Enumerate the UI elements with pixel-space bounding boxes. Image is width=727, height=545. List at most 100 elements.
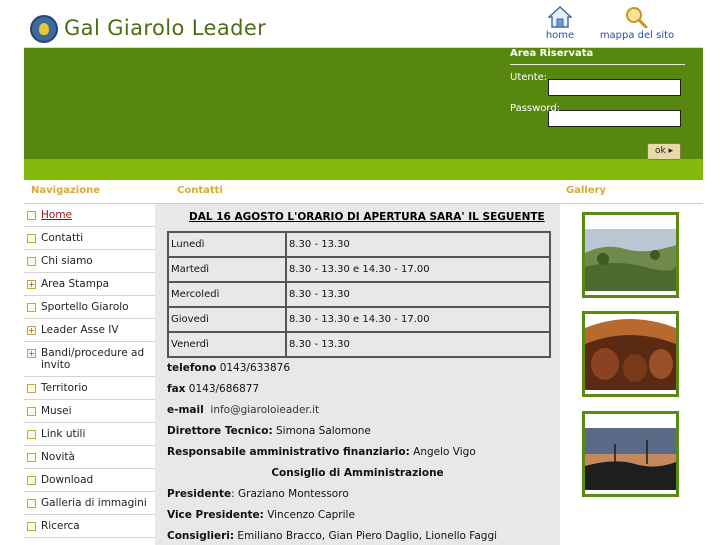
wine-cellar-image	[585, 314, 676, 394]
contacts-content: DAL 16 AGOSTO L'ORARIO DI APERTURA SARA'…	[155, 204, 560, 545]
president-line: Presidente: Graziano Montessoro	[167, 488, 349, 500]
section-gallery: Gallery	[566, 185, 607, 196]
councillors-label: Consiglieri:	[167, 530, 235, 542]
gal-logo[interactable]	[30, 15, 58, 43]
sidebar-item[interactable]: + Area Stampa	[24, 273, 155, 296]
bullet-box-icon	[27, 499, 36, 508]
sidebar-item-label: Bandi/procedure ad invito	[41, 347, 145, 371]
time-cell: 8.30 - 13.30 e 14.30 - 17.00	[285, 306, 551, 333]
expand-box-icon[interactable]: +	[27, 349, 36, 358]
bullet-box-icon	[27, 430, 36, 439]
vice-line: Vice Presidente: Vincenzo Caprile	[167, 509, 355, 521]
login-ok-label: ok	[654, 146, 666, 156]
bullet-box-icon	[27, 522, 36, 531]
password-input[interactable]	[548, 110, 681, 127]
magnifier-icon	[626, 7, 648, 28]
table-row: Martedì 8.30 - 13.30 e 14.30 - 17.00	[167, 256, 551, 283]
sidebar-item-label: Galleria di immagini	[41, 497, 147, 509]
sidebar-item-label: Download	[41, 474, 94, 486]
sidebar-item-label: Ricerca	[41, 520, 80, 532]
gallery-thumb[interactable]	[582, 411, 679, 497]
sidebar-item[interactable]: Link utili	[24, 423, 155, 446]
table-row: Lunedì 8.30 - 13.30	[167, 231, 551, 258]
bullet-box-icon	[27, 384, 36, 393]
section-bar: Navigazione Contatti Gallery	[24, 180, 703, 204]
admin-label: Responsabile amministrativo finanziario:	[167, 446, 410, 458]
time-cell: 8.30 - 13.30 e 14.30 - 17.00	[285, 256, 551, 283]
sidebar-item-label: Link utili	[41, 428, 86, 440]
vice-value: Vincenzo Caprile	[267, 509, 355, 521]
bullet-box-icon	[27, 453, 36, 462]
sidebar-item[interactable]: Ricerca	[24, 515, 155, 538]
home-icon	[548, 6, 572, 28]
day-cell: Lunedì	[167, 231, 287, 258]
sidebar-item[interactable]: Novità	[24, 446, 155, 469]
home-link[interactable]: home	[540, 6, 580, 41]
bullet-box-icon	[27, 211, 36, 220]
bullet-box-icon	[27, 407, 36, 416]
sunset-image	[585, 414, 676, 494]
bullet-box-icon	[27, 234, 36, 243]
sidebar-item[interactable]: Musei	[24, 400, 155, 423]
sidebar-item[interactable]: Sportello Giarolo	[24, 296, 155, 319]
director-value: Simona Salomone	[276, 425, 371, 437]
gallery-panel	[560, 204, 703, 545]
sidebar-item[interactable]: + Leader Asse IV	[24, 319, 155, 342]
councillors-line: Consiglieri: Emiliano Bracco, Gian Piero…	[167, 530, 497, 542]
banner-strip	[24, 159, 703, 180]
bullet-box-icon	[27, 476, 36, 485]
username-input[interactable]	[548, 79, 681, 96]
sidebar-item[interactable]: Home	[24, 204, 155, 227]
councillors-value: Emiliano Bracco, Gian Piero Daglio, Lion…	[237, 530, 498, 542]
sitemap-link-label: mappa del sito	[599, 30, 675, 41]
day-cell: Venerdì	[167, 331, 287, 358]
table-row: Venerdì 8.30 - 13.30	[167, 331, 551, 358]
sidebar-item-label: Novità	[41, 451, 75, 463]
sidebar-item-label: Leader Asse IV	[41, 324, 119, 336]
sidebar-item-label: Contatti	[41, 232, 84, 244]
gallery-thumb[interactable]	[582, 212, 679, 298]
sidebar-item[interactable]: Chi siamo	[24, 250, 155, 273]
sidebar-item[interactable]: Download	[24, 469, 155, 492]
sidebar-nav: Home Contatti Chi siamo + Area Stampa Sportel…	[24, 204, 155, 545]
board-title: Consiglio di Amministrazione	[271, 467, 444, 479]
site-title[interactable]: Gal Giarolo Leader	[64, 16, 266, 40]
president-value: : Graziano Montessoro	[231, 488, 349, 500]
admin-line: Responsabile amministrativo finanziario:…	[167, 446, 476, 458]
vice-label: Vice Presidente:	[167, 509, 264, 521]
site-header: Gal Giarolo Leader home mappa del sito	[24, 0, 703, 48]
email-label: e-mail	[167, 404, 204, 416]
phone-label: telefono	[167, 362, 217, 374]
login-ok-button[interactable]: ok ▸	[647, 143, 681, 160]
home-link-label: home	[545, 30, 575, 41]
opening-hours-notice: DAL 16 AGOSTO L'ORARIO DI APERTURA SARA'…	[189, 211, 545, 223]
time-cell: 8.30 - 13.30	[285, 231, 551, 258]
section-navigation: Navigazione	[31, 185, 100, 196]
play-arrow-icon: ▸	[668, 146, 674, 156]
bullet-box-icon	[27, 303, 36, 312]
fax-label: fax	[167, 383, 186, 395]
sidebar-item[interactable]: Contatti	[24, 227, 155, 250]
sidebar-item[interactable]: + Bandi/procedure ad invito	[24, 342, 155, 377]
opening-hours-table: Lunedì 8.30 - 13.30 Martedì 8.30 - 13.30 e …	[167, 231, 551, 358]
section-contacts: Contatti	[177, 185, 223, 196]
expand-box-icon[interactable]: +	[27, 280, 36, 289]
day-cell: Giovedì	[167, 306, 287, 333]
sidebar-item-label: Musei	[41, 405, 72, 417]
sidebar-item[interactable]: Galleria di immagini	[24, 492, 155, 515]
fax-line: fax 0143/686877	[167, 383, 259, 395]
sidebar-item-label: Area Stampa	[41, 278, 110, 290]
sidebar-item[interactable]: Territorio	[24, 377, 155, 400]
login-box: Area Riservata Utente: Password: ok ▸	[510, 48, 685, 160]
email-link[interactable]: info@giaroloieader.it	[210, 404, 319, 416]
table-row: Mercoledì 8.30 - 13.30	[167, 281, 551, 308]
gallery-thumb[interactable]	[582, 311, 679, 397]
bullet-box-icon	[27, 257, 36, 266]
expand-box-icon[interactable]: +	[27, 326, 36, 335]
sitemap-link[interactable]: mappa del sito	[598, 6, 676, 41]
email-line: e-mail info@giaroloieader.it	[167, 404, 319, 416]
admin-value: Angelo Vigo	[413, 446, 476, 458]
sidebar-item-label: Home	[41, 209, 73, 221]
sidebar-item-label: Territorio	[41, 382, 88, 394]
login-title: Area Riservata	[510, 48, 685, 65]
